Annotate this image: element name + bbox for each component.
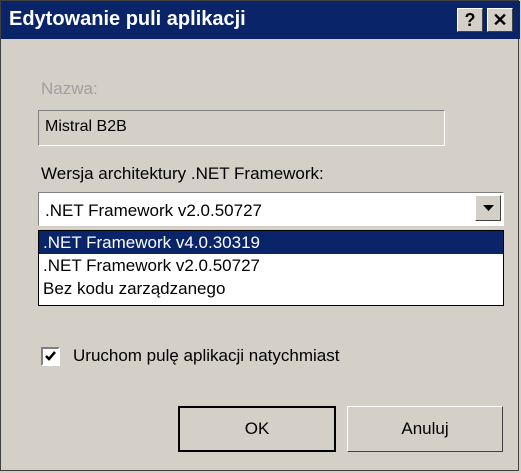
chevron-down-icon — [483, 205, 494, 211]
framework-label: Wersja architektury .NET Framework: — [41, 164, 324, 183]
name-value: Mistral B2B — [45, 118, 127, 135]
framework-selected-value: .NET Framework v2.0.50727 — [45, 201, 262, 220]
dropdown-option[interactable]: .NET Framework v4.0.30319 — [39, 231, 503, 254]
framework-dropdown-list: .NET Framework v4.0.30319 .NET Framework… — [38, 230, 504, 306]
name-label: Nazwa: — [41, 79, 98, 98]
dropdown-option[interactable]: Bez kodu zarządzanego — [39, 277, 503, 300]
close-button[interactable]: ✕ — [487, 8, 513, 32]
framework-select[interactable]: .NET Framework v2.0.50727 — [38, 192, 504, 226]
checkmark-icon — [45, 351, 56, 361]
help-icon: ? — [464, 10, 476, 30]
cancel-button-label: Anuluj — [401, 419, 449, 438]
window-title: Edytowanie puli aplikacji — [9, 8, 246, 30]
cancel-button[interactable]: Anuluj — [347, 406, 503, 452]
start-immediately-checkbox[interactable] — [41, 347, 60, 366]
dropdown-option[interactable]: .NET Framework v2.0.50727 — [39, 254, 503, 277]
close-icon: ✕ — [492, 10, 508, 30]
name-field: Mistral B2B — [38, 110, 445, 146]
title-bar: Edytowanie puli aplikacji ? ✕ — [1, 1, 520, 39]
start-immediately-label: Uruchom pulę aplikacji natychmiast — [73, 346, 340, 365]
ok-button[interactable]: OK — [178, 406, 336, 452]
dropdown-button[interactable] — [475, 195, 501, 221]
help-button[interactable]: ? — [457, 8, 483, 32]
ok-button-label: OK — [244, 419, 270, 438]
app-pool-dialog: Edytowanie puli aplikacji ? ✕ Nazwa: Mis… — [0, 0, 520, 471]
